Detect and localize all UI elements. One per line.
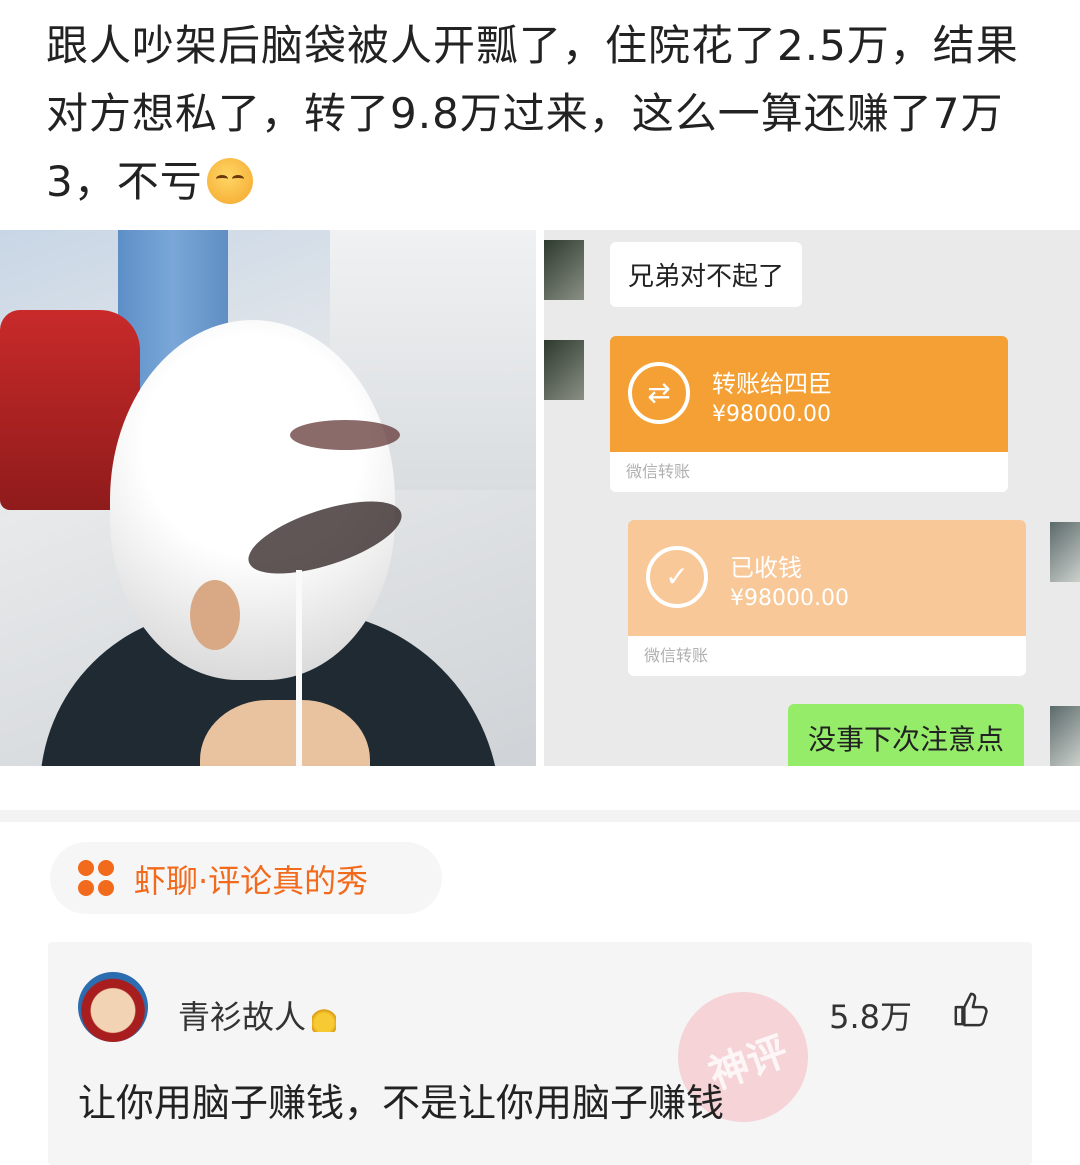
wound-mark [240,486,410,589]
received-card: ✓ 已收钱 ¥98000.00 微信转账 [628,520,1026,676]
grid-dots-icon [78,860,114,896]
transfer-card: ⇄ 转账给四臣 ¥98000.00 微信转账 [610,336,1008,492]
top-comment: 青衫故人 神评 5.8万 让你用脑子赚钱，不是让你用脑子赚钱 [48,942,1032,1165]
post-text: 跟人吵架后脑袋被人开瓢了，住院花了2.5万，结果对方想私了，转了9.8万过来，这… [46,12,1036,216]
receiver-avatar [1050,706,1080,766]
wound-mark [290,420,400,450]
check-icon: ✓ [646,546,708,608]
thumbs-up-icon[interactable] [952,990,990,1028]
hospital-photo[interactable] [0,230,536,766]
smile-emoji-icon [206,158,253,204]
post-images: 兄弟对不起了 ⇄ 转账给四臣 ¥98000.00 微信转账 ✓ 已收钱 ¥980… [0,230,1080,766]
comment-text: 让你用脑子赚钱，不是让你用脑子赚钱 [78,1081,725,1125]
receiver-avatar [1050,522,1080,582]
sender-avatar [544,340,584,400]
transfer-icon: ⇄ [628,362,690,424]
bandaged-head [110,320,410,680]
post-card: 跟人吵架后脑袋被人开瓢了，住院花了2.5万，结果对方想私了，转了9.8万过来，这… [0,0,1080,810]
topic-tag-label: 虾聊·评论真的秀 [134,862,369,900]
comment-username[interactable]: 青衫故人 [178,992,337,1038]
received-amount: ¥98000.00 [730,586,849,611]
transfer-footer: 微信转账 [610,452,1008,492]
ear [190,580,240,650]
chat-screenshot[interactable]: 兄弟对不起了 ⇄ 转账给四臣 ¥98000.00 微信转账 ✓ 已收钱 ¥980… [544,230,1080,766]
chat-message: 兄弟对不起了 [610,242,803,307]
topic-tag[interactable]: 虾聊·评论真的秀 [50,842,442,914]
post-text-content: 跟人吵架后脑袋被人开瓢了，住院花了2.5万，结果对方想私了，转了9.8万过来，这… [46,21,1019,206]
received-footer: 微信转账 [628,636,1026,676]
like-count: 5.8万 [829,998,912,1036]
reply-message: 没事下次注意点 [787,704,1024,766]
section-divider [0,810,1080,822]
sender-avatar [544,240,584,300]
transfer-amount: ¥98000.00 [712,402,831,427]
received-title: 已收钱 [730,554,802,582]
medal-icon [312,1002,337,1032]
username-text: 青衫故人 [178,998,307,1036]
transfer-title: 转账给四臣 [712,370,832,398]
bandage-string [296,570,302,766]
avatar[interactable] [78,972,148,1042]
